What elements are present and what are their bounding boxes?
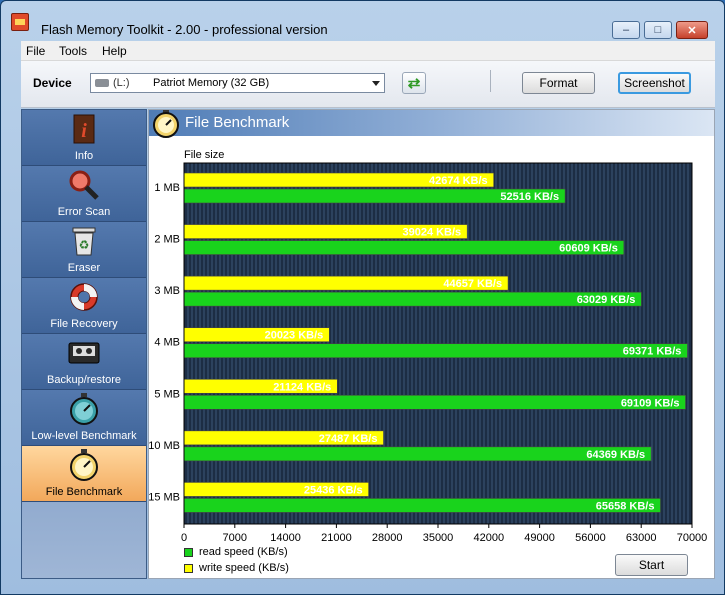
menu-bar: File Tools Help (21, 41, 715, 61)
start-button[interactable]: Start (615, 554, 688, 576)
chevron-down-icon[interactable] (372, 81, 380, 86)
bar (183, 498, 661, 513)
usb-drive-icon (95, 79, 109, 87)
panel-title: File Benchmark (185, 114, 290, 131)
bar-value-label: 69371 KB/s (623, 346, 682, 358)
bar (183, 343, 688, 359)
bar-value-label: 63029 KB/s (577, 294, 636, 306)
menu-tools[interactable]: Tools (59, 44, 87, 58)
x-tick-label: 35000 (423, 532, 454, 544)
main-panel: File Benchmark File size 0 7000 14000 21000 2… (148, 109, 715, 579)
menu-help[interactable]: Help (102, 44, 127, 58)
toolbar-separator (490, 70, 491, 92)
category-label: 10 MB (149, 440, 180, 452)
sidebar-item-backup-restore[interactable]: Backup/restore (22, 334, 146, 390)
bar-value-label: 69109 KB/s (621, 397, 680, 409)
category-label: 15 MB (149, 491, 180, 503)
x-tick-label: 42000 (474, 532, 505, 544)
sidebar-item-low-level-benchmark[interactable]: Low-level Benchmark (22, 390, 146, 446)
bar-value-label: 42674 KB/s (429, 175, 488, 187)
svg-text:i: i (81, 120, 87, 142)
x-tick-label: 28000 (372, 532, 403, 544)
legend-label: write speed (KB/s) (199, 562, 289, 574)
legend-label: read speed (KB/s) (199, 546, 288, 558)
cassette-icon (68, 337, 100, 369)
app-window: Flash Memory Toolkit - 2.00 - profession… (0, 0, 725, 595)
toolbar: Device (L:) Patriot Memory (32 GB) ⇄ For… (21, 61, 715, 108)
sidebar-item-label: Low-level Benchmark (31, 430, 137, 442)
bar-value-label: 25436 KB/s (304, 484, 363, 496)
sidebar-item-label: Info (74, 150, 94, 162)
x-tick-label: 21000 (321, 532, 352, 544)
sidebar-item-label: Backup/restore (47, 374, 121, 386)
bar (183, 291, 642, 307)
x-tick-label: 56000 (575, 532, 606, 544)
bar-value-label: 64369 KB/s (586, 449, 645, 461)
x-tick-label: 70000 (677, 532, 708, 544)
bar (183, 446, 652, 462)
recycle-bin-icon: ♻ (68, 225, 100, 257)
sidebar-item-error-scan[interactable]: Error Scan (22, 166, 146, 222)
sidebar-item-label: Eraser (67, 262, 101, 274)
maximize-button[interactable]: □ (644, 21, 672, 39)
svg-text:♻: ♻ (79, 238, 90, 252)
bar-value-label: 65658 KB/s (596, 500, 655, 512)
bar (183, 240, 625, 255)
bar-value-label: 52516 KB/s (500, 191, 559, 203)
panel-header: File Benchmark (149, 110, 714, 138)
benchmark-chart: File size 0 7000 14000 21000 28000 35000 42000 4… (149, 136, 714, 580)
category-label: 4 MB (154, 337, 180, 349)
bar-value-label: 44657 KB/s (443, 278, 502, 290)
sidebar-item-label: Error Scan (57, 206, 111, 218)
app-icon (11, 13, 29, 31)
title-bar[interactable]: Flash Memory Toolkit - 2.00 - profession… (1, 1, 724, 41)
sidebar-item-file-benchmark[interactable]: File Benchmark (22, 446, 146, 502)
close-button[interactable]: ✕ (676, 21, 708, 39)
bar-value-label: 20023 KB/s (265, 330, 324, 342)
x-tick-label: 7000 (223, 532, 247, 544)
sidebar-item-label: File Recovery (50, 318, 118, 330)
format-button[interactable]: Format (522, 72, 595, 94)
refresh-button[interactable]: ⇄ (402, 72, 426, 94)
bar-value-label: 21124 KB/s (273, 381, 331, 393)
sidebar-item-info[interactable]: i Info (22, 110, 146, 166)
x-tick-label: 0 (181, 532, 187, 544)
device-name: Patriot Memory (32 GB) (153, 77, 270, 89)
sidebar-item-file-recovery[interactable]: File Recovery (22, 278, 146, 334)
x-tick-label: 49000 (524, 532, 555, 544)
category-label: 3 MB (154, 285, 180, 297)
menu-file[interactable]: File (26, 44, 45, 58)
device-letter: (L:) (113, 77, 130, 89)
sidebar: i Info Error Scan ♻ Eraser File Recovery (21, 109, 147, 579)
device-select[interactable]: (L:) Patriot Memory (32 GB) (90, 73, 385, 93)
screenshot-button[interactable]: Screenshot (618, 72, 691, 94)
minimize-button[interactable]: – (612, 21, 640, 39)
window-title: Flash Memory Toolkit - 2.00 - profession… (41, 22, 328, 37)
x-tick-label: 14000 (270, 532, 301, 544)
category-label: 1 MB (154, 182, 180, 194)
category-label: 5 MB (154, 388, 180, 400)
sidebar-item-label: File Benchmark (45, 486, 123, 498)
chart-svg: File size 0 7000 14000 21000 28000 35000 42000 4… (149, 149, 708, 544)
y-axis-label: File size (184, 149, 224, 161)
bar (183, 394, 686, 410)
info-icon: i (68, 113, 100, 145)
bar-value-label: 60609 KB/s (559, 243, 618, 255)
bar-value-label: 39024 KB/s (402, 227, 461, 239)
legend-swatch (184, 564, 193, 573)
lifebuoy-icon (68, 281, 100, 313)
bar-value-label: 27487 KB/s (319, 433, 378, 445)
category-label: 2 MB (154, 234, 180, 246)
device-label: Device (33, 76, 72, 90)
stopwatch-icon (68, 393, 100, 425)
x-tick-label: 63000 (626, 532, 657, 544)
legend-swatch (184, 548, 193, 557)
stopwatch-icon (68, 449, 100, 481)
magnifier-icon (68, 169, 100, 201)
sidebar-item-eraser[interactable]: ♻ Eraser (22, 222, 146, 278)
refresh-icon: ⇄ (407, 75, 421, 92)
